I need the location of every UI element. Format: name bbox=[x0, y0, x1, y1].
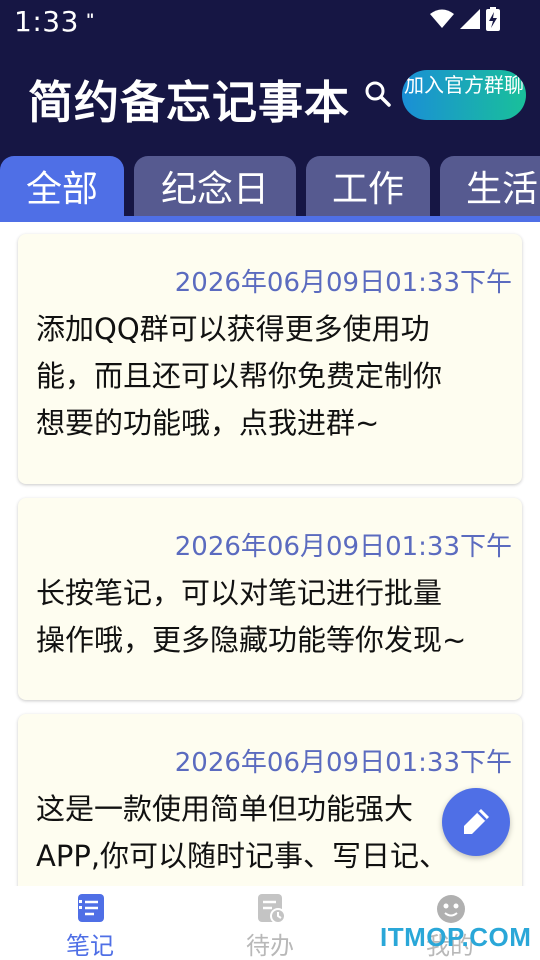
nav-notes[interactable]: 笔记 bbox=[30, 886, 150, 960]
tab-life[interactable]: 生活 bbox=[440, 156, 540, 216]
note-line: 添加QQ群可以获得更多使用功 bbox=[36, 312, 430, 346]
join-group-button[interactable]: 加入官方群聊 bbox=[402, 70, 526, 120]
new-note-button[interactable] bbox=[442, 788, 510, 856]
note-text: 长按笔记，可以对笔记进行批量 操作哦，更多隐藏功能等你发现~ bbox=[36, 570, 506, 664]
note-line: 能，而且还可以帮你免费定制你 bbox=[36, 359, 443, 393]
note-line: 这是一款使用简单但功能强大 bbox=[36, 792, 414, 826]
wifi-icon bbox=[430, 9, 454, 28]
tab-work[interactable]: 工作 bbox=[306, 156, 430, 216]
note-card[interactable]: 2026年06月09日01:33下午 长按笔记，可以对笔记进行批量 操作哦，更多… bbox=[18, 498, 522, 700]
note-date: 2026年06月09日01:33下午 bbox=[174, 268, 512, 298]
nav-todo[interactable]: 待办 bbox=[210, 886, 330, 960]
tab-anniversary[interactable]: 纪念日 bbox=[134, 156, 296, 216]
note-text: 添加QQ群可以获得更多使用功 能，而且还可以帮你免费定制你 想要的功能哦，点我进… bbox=[36, 306, 506, 447]
note-line: 操作哦，更多隐藏功能等你发现~ bbox=[36, 623, 467, 657]
note-text: 这是一款使用简单但功能强大 APP,你可以随时记事、写日记、 bbox=[36, 786, 506, 880]
search-icon bbox=[365, 81, 391, 107]
edit-icon bbox=[464, 809, 489, 834]
tab-all[interactable]: 全部 bbox=[0, 156, 124, 216]
status-time: 1:33 bbox=[14, 5, 79, 38]
status-bar: 1:33 " bbox=[0, 0, 540, 46]
app-title: 简约备忘记事本 bbox=[28, 76, 351, 129]
todo-icon bbox=[258, 894, 286, 924]
battery-icon bbox=[486, 7, 500, 31]
note-card[interactable]: 2026年06月09日01:33下午 这是一款使用简单但功能强大 APP,你可以… bbox=[18, 714, 522, 886]
category-tabs: 全部 纪念日 工作 生活 bbox=[0, 156, 540, 222]
status-icons bbox=[430, 7, 500, 31]
signal-icon bbox=[460, 9, 480, 29]
nav-notes-label: 笔记 bbox=[66, 932, 114, 960]
note-card[interactable]: 2026年06月09日01:33下午 添加QQ群可以获得更多使用功 能，而且还可… bbox=[18, 234, 522, 484]
watermark: ITMOP.COM bbox=[380, 922, 532, 952]
nav-todo-label: 待办 bbox=[246, 932, 294, 960]
note-date: 2026年06月09日01:33下午 bbox=[174, 748, 512, 778]
note-line: 长按笔记，可以对笔记进行批量 bbox=[36, 576, 443, 610]
note-date: 2026年06月09日01:33下午 bbox=[174, 532, 512, 562]
note-line: 想要的功能哦，点我进群~ bbox=[36, 406, 380, 440]
app-header: 1:33 " 简约备忘记事本 加入官方群聊 全部 纪念日 工作 生活 bbox=[0, 0, 540, 222]
note-line: APP,你可以随时记事、写日记、 bbox=[36, 839, 449, 873]
notes-list[interactable]: 2026年06月09日01:33下午 添加QQ群可以获得更多使用功 能，而且还可… bbox=[0, 222, 540, 886]
profile-icon bbox=[437, 895, 465, 923]
notification-icon: " bbox=[86, 10, 94, 29]
notes-icon bbox=[78, 894, 104, 922]
search-button[interactable] bbox=[362, 78, 394, 110]
